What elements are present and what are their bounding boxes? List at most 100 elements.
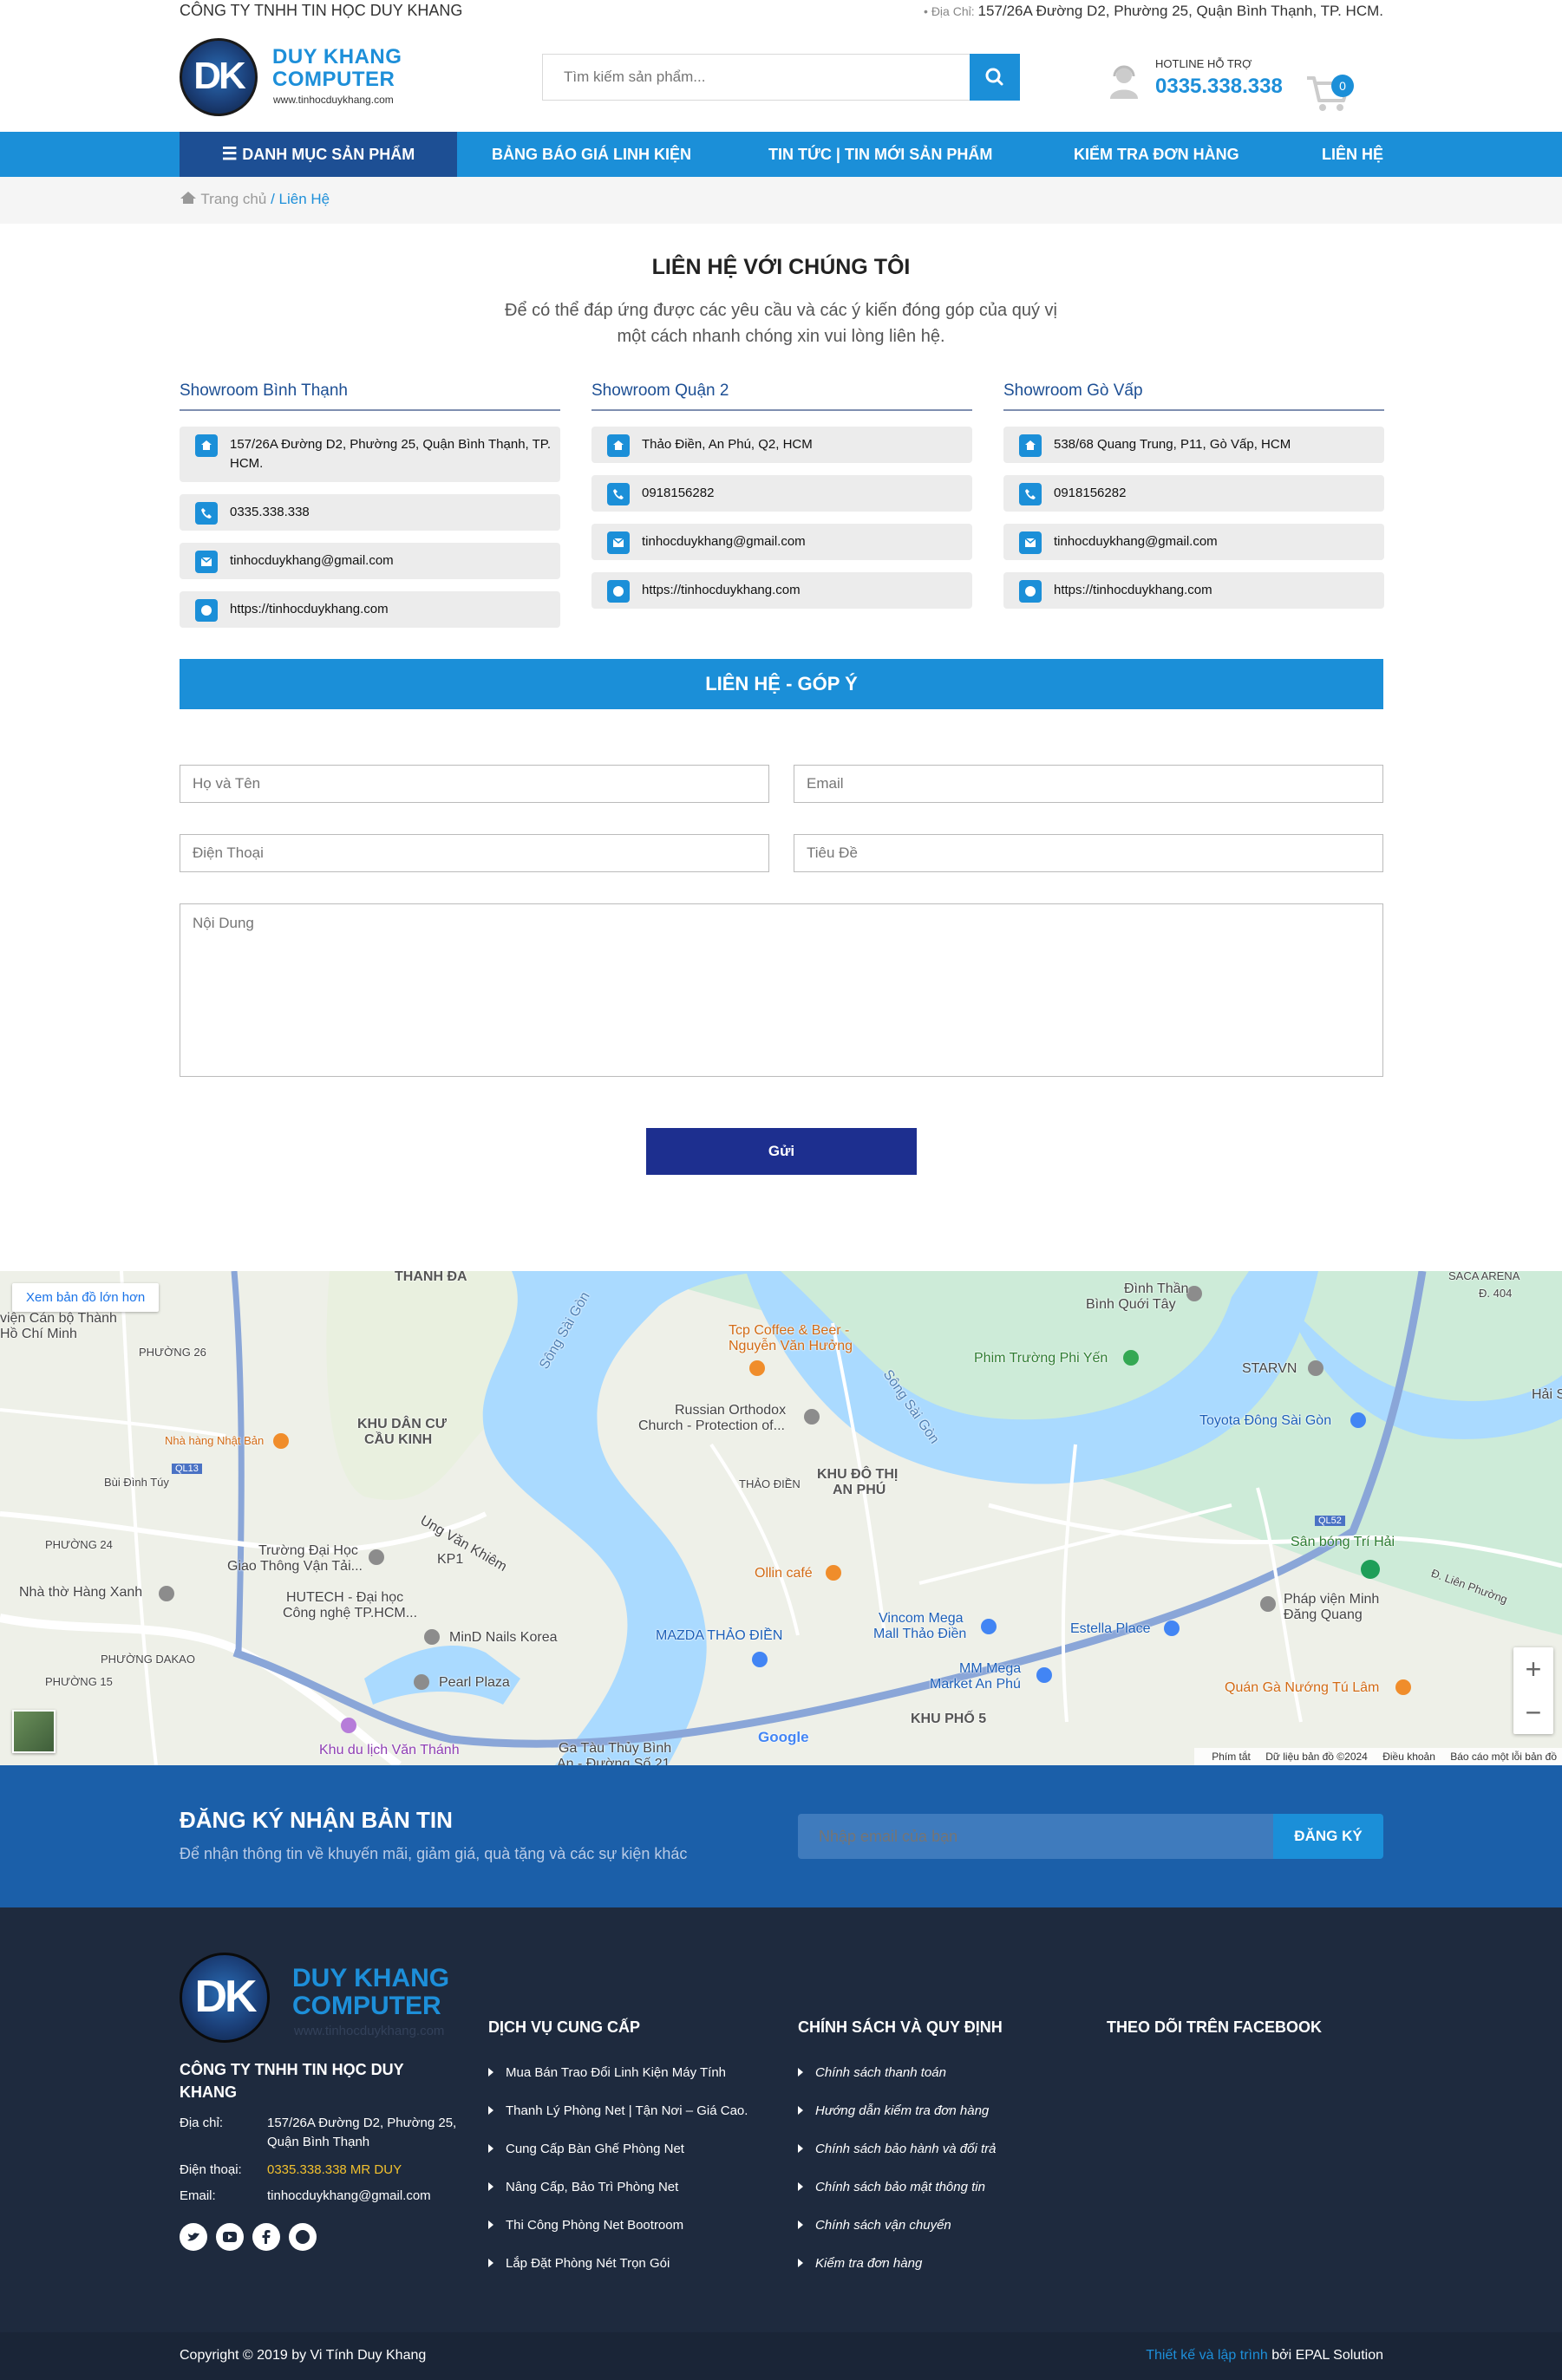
map-report-link[interactable]: Báo cáo một lỗi bản đồ (1450, 1751, 1557, 1763)
youtube-icon[interactable] (216, 2223, 244, 2251)
category-menu-button[interactable]: ☰ DANH MỤC SẢN PHẨM (180, 132, 457, 177)
map-label: Vincom Mega (879, 1611, 964, 1626)
showroom-phone[interactable]: 0918156282 (1003, 475, 1384, 512)
footer-policy-link[interactable]: Chính sách vận chuyển (798, 2218, 951, 2233)
facebook-icon[interactable] (252, 2223, 280, 2251)
footer-policy-link[interactable]: Chính sách thanh toán (798, 2065, 946, 2080)
map-label: MM Mega (959, 1661, 1022, 1676)
footer: DK DUY KHANG COMPUTER www.tinhocduykhang… (0, 1907, 1562, 2332)
map-label: Nguyễn Văn Hưởng (729, 1339, 853, 1353)
showroom-go-vap: Showroom Gò Vấp 538/68 Quang Trung, P11,… (1003, 381, 1384, 609)
zoom-in-button[interactable]: + (1513, 1647, 1553, 1691)
showroom-website[interactable]: https://tinhocduykhang.com (591, 572, 972, 609)
footer-logo-mark: DK (180, 1953, 270, 2043)
email-field[interactable] (794, 766, 1382, 802)
satellite-toggle[interactable] (12, 1710, 56, 1753)
search-input[interactable] (543, 55, 968, 100)
newsletter-email-input[interactable] (798, 1814, 1273, 1859)
map-shortcuts-link[interactable]: Phím tắt (1212, 1751, 1251, 1763)
footer-policy-link[interactable]: Kiểm tra đơn hàng (798, 2256, 922, 2271)
showroom-email[interactable]: tinhocduykhang@gmail.com (1003, 524, 1384, 560)
map-label: Bình Quới Tây (1086, 1297, 1176, 1312)
credits: Thiết kế và lập trình bởi EPAL Solution (1146, 2348, 1383, 2363)
map-label: STARVN (1242, 1361, 1297, 1376)
footer-service-link[interactable]: Thanh Lý Phòng Net | Tận Nơi – Giá Cao. (488, 2103, 748, 2118)
showroom-binh-thanh: Showroom Bình Thạnh 157/26A Đường D2, Ph… (180, 381, 560, 628)
map-terms-link[interactable]: Điều khoản (1382, 1751, 1435, 1763)
zoom-out-button[interactable]: − (1513, 1691, 1553, 1734)
home-icon[interactable] (180, 191, 200, 207)
footer-policy-link[interactable]: Hướng dẫn kiểm tra đơn hàng (798, 2103, 989, 2118)
footer-phone[interactable]: Điện thoại: 0335.338.338 MR DUY (180, 2161, 466, 2180)
map-label: PHƯỜNG 15 (45, 1675, 113, 1688)
nav-item-order-check[interactable]: KIỂM TRA ĐƠN HÀNG (1074, 132, 1239, 177)
top-address-label: • Địa Chỉ: (924, 4, 975, 18)
showroom-website[interactable]: https://tinhocduykhang.com (1003, 572, 1384, 609)
phone-field[interactable] (180, 835, 768, 871)
send-button[interactable]: Gửi (646, 1128, 917, 1175)
feedback-form-heading: LIÊN HỆ - GÓP Ý (180, 659, 1383, 709)
map-label: PHƯỜNG 24 (45, 1538, 113, 1551)
footer-service-link[interactable]: Mua Bán Trao Đổi Linh Kiện Máy Tính (488, 2065, 726, 2080)
footer-service-link[interactable]: Nâng Cấp, Bảo Trì Phòng Net (488, 2180, 678, 2194)
footer-service-link[interactable]: Thi Công Phòng Net Bootroom (488, 2218, 683, 2233)
showroom-title: Showroom Quận 2 (591, 381, 972, 411)
map-label: SACA ARENA (1448, 1271, 1520, 1282)
newsletter-subscribe-button[interactable]: ĐĂNG KÝ (1273, 1814, 1383, 1859)
logo-mark: DK (180, 38, 258, 116)
map-label: THANH ĐA (395, 1271, 467, 1284)
home-icon (607, 434, 630, 457)
footer-logo-name: DUY KHANG COMPUTER (292, 1964, 450, 2020)
hotline[interactable]: HOTLINE HỖ TRỢ 0335.338.338 (1108, 57, 1283, 118)
map-label: KHU PHỐ 5 (911, 1712, 987, 1726)
globe-icon (195, 599, 218, 622)
cart-count-badge: 0 (1331, 75, 1354, 97)
showroom-phone[interactable]: 0335.338.338 (180, 494, 560, 531)
top-address: • Địa Chỉ: 157/26A Đường D2, Phường 25, … (924, 3, 1383, 20)
content-field[interactable] (180, 904, 1382, 1076)
map-attribution: Phím tắt Dữ liệu bản đồ ©2024 Điều khoản… (1194, 1748, 1562, 1765)
showroom-email[interactable]: tinhocduykhang@gmail.com (591, 524, 972, 560)
twitter-icon[interactable] (180, 2223, 207, 2251)
email-field-wrap (794, 765, 1383, 803)
support-agent-icon (1110, 65, 1138, 99)
footer-service-link[interactable]: Cung Cấp Bàn Ghế Phòng Net (488, 2142, 684, 2156)
showroom-title: Showroom Gò Vấp (1003, 381, 1384, 411)
map-label: PHƯỜNG 26 (139, 1346, 206, 1359)
nav-item-contact[interactable]: LIÊN HỆ (1322, 132, 1383, 177)
name-field-wrap (180, 765, 769, 803)
map-label: Nhà thờ Hàng Xanh (19, 1585, 143, 1600)
footer-service-link[interactable]: Lắp Đặt Phòng Nét Trọn Gói (488, 2256, 670, 2271)
showroom-email[interactable]: tinhocduykhang@gmail.com (180, 543, 560, 579)
footer-policy-link[interactable]: Chính sách bảo mật thông tin (798, 2180, 985, 2194)
footer-col-facebook-title: THEO DÕI TRÊN FACEBOOK (1107, 2018, 1323, 2036)
search-button[interactable] (970, 54, 1020, 101)
breadcrumb-current: Liên Hệ (278, 191, 330, 207)
map-label: Russian Orthodox (675, 1403, 787, 1418)
showroom-phone[interactable]: 0918156282 (591, 475, 972, 512)
map-label: Quán Gà Nướng Tú Lâm (1225, 1680, 1380, 1695)
top-bar: CÔNG TY TNHH TIN HỌC DUY KHANG • Địa Chỉ… (0, 0, 1562, 23)
map-label: Pearl Plaza (439, 1675, 510, 1690)
breadcrumb-home[interactable]: Trang chủ (200, 191, 266, 207)
footer-email[interactable]: Email: tinhocduykhang@gmail.com (180, 2187, 466, 2206)
map-label: Estella Place (1070, 1621, 1151, 1636)
footer-policy-link[interactable]: Chính sách bảo hành và đổi trả (798, 2142, 996, 2156)
map-label: An - Đường Số 21 (557, 1757, 670, 1765)
subject-field[interactable] (794, 835, 1382, 871)
map-label: Tcp Coffee & Beer - (729, 1323, 850, 1338)
map-label: Ollin café (755, 1566, 813, 1581)
map-label: CẦU KINH (364, 1432, 433, 1447)
footer-logo[interactable]: DK DUY KHANG COMPUTER www.tinhocduykhang… (180, 1953, 457, 2043)
hotline-number[interactable]: 0335.338.338 (1155, 75, 1283, 99)
name-field[interactable] (180, 766, 768, 802)
site-logo[interactable]: DK DUY KHANG COMPUTER www.tinhocduykhang… (180, 38, 440, 120)
instagram-icon[interactable] (289, 2223, 317, 2251)
nav-item-news[interactable]: TIN TỨC | TIN MỚI SẢN PHẨM (768, 132, 992, 177)
google-map[interactable]: Xem bản đồ lớn hơn THANH ĐA Đình Thần Bì… (0, 1271, 1562, 1765)
credits-link[interactable]: Thiết kế và lập trình (1146, 2348, 1268, 2363)
view-larger-map-link[interactable]: Xem bản đồ lớn hơn (12, 1283, 160, 1312)
showroom-website[interactable]: https://tinhocduykhang.com (180, 591, 560, 628)
nav-item-price-list[interactable]: BẢNG BÁO GIÁ LINH KIỆN (492, 132, 691, 177)
menu-icon: ☰ (221, 145, 243, 164)
